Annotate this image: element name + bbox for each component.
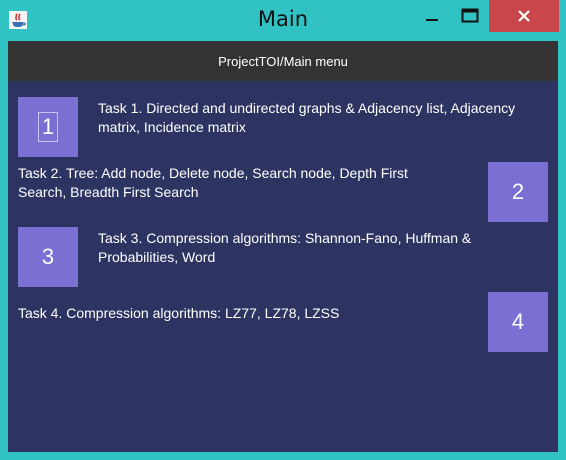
task-2-button[interactable]: 2 [488, 162, 548, 222]
close-button[interactable] [489, 0, 559, 32]
title-bar[interactable]: Main [0, 0, 566, 40]
task-1-description: Task 1. Directed and undirected graphs &… [98, 100, 516, 135]
menu-bar: ProjectTOI/Main menu [8, 41, 558, 81]
task-4-description: Task 4. Compression algorithms: LZ77, LZ… [18, 305, 340, 321]
task-3-button-label: 3 [41, 244, 55, 269]
task-2-description: Task 2. Tree: Add node, Delete node, Sea… [18, 165, 408, 200]
main-content: ProjectTOI/Main menu 1 Task 1. Directed … [8, 41, 558, 452]
task-1-button-label: 1 [37, 112, 59, 142]
maximize-icon [461, 8, 479, 23]
task-3-description: Task 3. Compression algorithms: Shannon-… [98, 230, 472, 265]
main-window: Main ProjectTOI/Main menu 1 Task 1. Dire… [0, 0, 566, 460]
task-2-button-label: 2 [511, 179, 525, 204]
task-3-button[interactable]: 3 [18, 227, 78, 287]
minimize-icon [426, 19, 438, 21]
minimize-button[interactable] [418, 0, 446, 32]
task-4-button-label: 4 [511, 309, 525, 334]
close-icon [518, 10, 530, 22]
menu-bar-label: ProjectTOI/Main menu [218, 53, 348, 69]
maximize-button[interactable] [456, 0, 484, 32]
task-4-button[interactable]: 4 [488, 292, 548, 352]
task-1-button[interactable]: 1 [18, 97, 78, 157]
